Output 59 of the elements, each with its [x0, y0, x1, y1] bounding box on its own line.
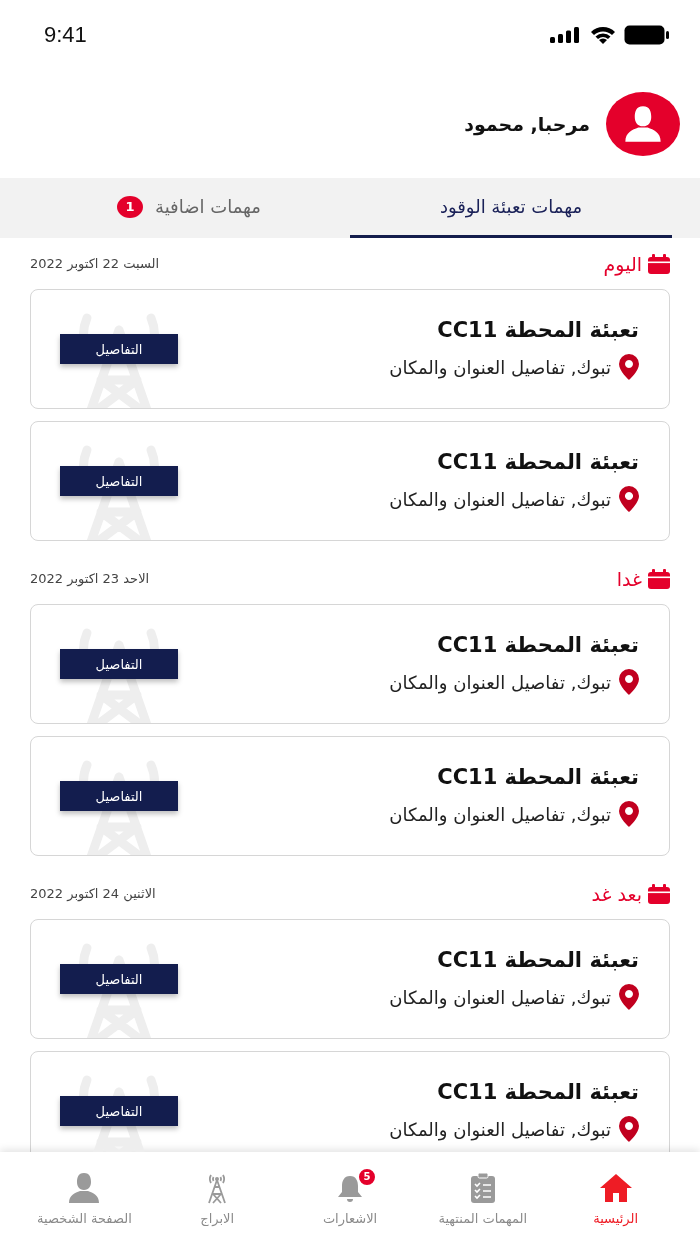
wifi-icon: [590, 26, 616, 44]
count-badge: 5: [357, 1166, 377, 1187]
details-button[interactable]: التفاصيل: [60, 781, 178, 811]
task-title: تعبئة المحطة CC11: [436, 948, 639, 972]
task-card[interactable]: تعبئة المحطة CC11 تبوك, تفاصيل العنوان والمكان التفاصيل: [30, 604, 670, 724]
nav-tab[interactable]: الرئيسية: [549, 1152, 682, 1244]
nav-label: الاشعارات: [322, 1210, 378, 1226]
date-label: السبت 22 اكتوبر 2022: [30, 256, 160, 271]
location-pin-icon: [619, 669, 639, 695]
task-address: تبوك, تفاصيل العنوان والمكان: [389, 671, 611, 693]
tab[interactable]: مهمات تعبئة الوقود: [350, 178, 672, 238]
day-label: بعد غد: [591, 882, 642, 905]
day-label: غدا: [616, 567, 642, 590]
calendar-icon: [648, 883, 670, 904]
greeting: مرحبا, محمود: [464, 113, 590, 135]
details-button[interactable]: التفاصيل: [60, 1096, 178, 1126]
task-address: تبوك, تفاصيل العنوان والمكان: [389, 356, 611, 378]
details-button[interactable]: التفاصيل: [60, 649, 178, 679]
date-label: الاحد 23 اكتوبر 2022: [30, 571, 150, 586]
calendar-icon: [648, 568, 670, 589]
task-card[interactable]: تعبئة المحطة CC11 تبوك, تفاصيل العنوان والمكان التفاصيل: [30, 421, 670, 541]
nav-label: الابراج: [200, 1210, 235, 1226]
location-pin-icon: [619, 486, 639, 512]
home-icon: [598, 1172, 633, 1203]
nav-label: الرئيسية: [593, 1210, 638, 1226]
task-card[interactable]: تعبئة المحطة CC11 تبوك, تفاصيل العنوان والمكان التفاصيل: [30, 289, 670, 409]
task-title: تعبئة المحطة CC11: [436, 765, 639, 789]
nav-tab[interactable]: الصفحة الشخصية: [18, 1152, 151, 1244]
task-title: تعبئة المحطة CC11: [436, 450, 639, 474]
task-address: تبوك, تفاصيل العنوان والمكان: [389, 986, 611, 1008]
person-icon: [623, 104, 663, 144]
signal-icon: [550, 27, 582, 43]
location-pin-icon: [619, 1116, 639, 1142]
location-pin-icon: [619, 801, 639, 827]
details-button[interactable]: التفاصيل: [60, 334, 178, 364]
task-card[interactable]: تعبئة المحطة CC11 تبوك, تفاصيل العنوان والمكان التفاصيل: [30, 919, 670, 1039]
nav-tab[interactable]: المهمات المنتهية: [416, 1152, 550, 1244]
task-address: تبوك, تفاصيل العنوان والمكان: [389, 803, 611, 825]
clipboard-icon: [469, 1172, 496, 1203]
date-label: الاثنين 24 اكتوبر 2022: [30, 886, 156, 901]
details-button[interactable]: التفاصيل: [60, 466, 178, 496]
status-time: 9:41: [44, 22, 87, 48]
task-card[interactable]: تعبئة المحطة CC11 تبوك, تفاصيل العنوان والمكان التفاصيل: [30, 736, 670, 856]
person-icon: [67, 1171, 102, 1204]
count-badge: 1: [117, 195, 144, 218]
nav-tab[interactable]: الابراج: [150, 1152, 284, 1244]
day-label: اليوم: [603, 252, 642, 275]
task-title: تعبئة المحطة CC11: [436, 318, 639, 342]
task-title: تعبئة المحطة CC11: [436, 1080, 639, 1104]
location-pin-icon: [619, 984, 639, 1010]
nav-label: الصفحة الشخصية: [37, 1210, 132, 1226]
task-title: تعبئة المحطة CC11: [436, 633, 639, 657]
nav-label: المهمات المنتهية: [438, 1210, 528, 1226]
task-address: تبوك, تفاصيل العنوان والمكان: [389, 488, 611, 510]
task-address: تبوك, تفاصيل العنوان والمكان: [389, 1118, 611, 1140]
location-pin-icon: [619, 354, 639, 380]
battery-icon: [624, 25, 670, 45]
details-button[interactable]: التفاصيل: [60, 964, 178, 994]
calendar-icon: [648, 253, 670, 274]
